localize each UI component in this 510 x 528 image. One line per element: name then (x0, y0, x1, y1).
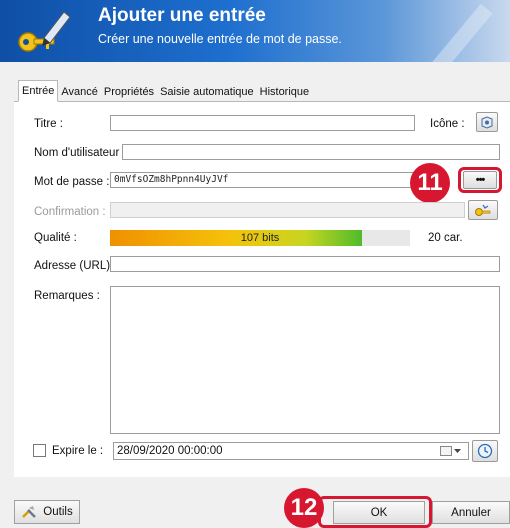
password-generator-icon (475, 204, 491, 216)
icon-label: Icône : (430, 118, 465, 130)
dialog-title: Ajouter une entrée (98, 5, 266, 26)
calendar-icon (440, 446, 452, 456)
char-count: 20 car. (428, 232, 463, 244)
tab-bar: Entrée Avancé Propriétés Saisie automati… (18, 80, 313, 102)
dropdown-icon (454, 449, 461, 453)
password-label: Mot de passe : (34, 176, 110, 188)
date-picker-dropdown[interactable] (440, 444, 466, 458)
password-field[interactable]: 0mVfsOZm8hPpnn4UyJVf (110, 172, 415, 188)
tab-proprietes[interactable]: Propriétés (100, 83, 158, 102)
cancel-button[interactable]: Annuler (432, 501, 510, 524)
callout-11: 11 (410, 163, 450, 203)
expire-checkbox[interactable] (33, 444, 46, 457)
ok-button[interactable]: OK (333, 501, 425, 524)
notes-textarea[interactable] (110, 286, 500, 434)
clock-icon (477, 443, 493, 459)
key-icon (18, 11, 71, 52)
tab-historique[interactable]: Historique (256, 83, 313, 102)
notes-label: Remarques : (34, 290, 100, 302)
tools-icon (22, 506, 37, 518)
quality-label: Qualité : (34, 232, 77, 244)
title-field[interactable] (110, 115, 415, 131)
show-password-button[interactable]: ••• (463, 171, 497, 189)
url-label: Adresse (URL) : (34, 260, 117, 272)
tab-entree[interactable]: Entrée (18, 80, 59, 102)
username-label: Nom d'utilisateur : (34, 147, 126, 159)
expire-label: Expire le : (52, 445, 104, 457)
url-field[interactable] (110, 256, 500, 272)
expiry-presets-button[interactable] (472, 440, 498, 462)
tab-avance[interactable]: Avancé (58, 83, 101, 102)
tools-button[interactable]: Outils (14, 500, 80, 524)
title-label: Titre : (34, 118, 63, 130)
password-generator-button[interactable] (468, 200, 498, 220)
username-field[interactable] (122, 144, 500, 160)
expire-date-field[interactable]: 28/09/2020 00:00:00 (113, 442, 469, 460)
icon-picker-button[interactable] (476, 112, 498, 132)
dialog-subtitle: Créer une nouvelle entrée de mot de pass… (98, 32, 342, 46)
pencil-watermark-icon (432, 3, 493, 62)
confirmation-label: Confirmation : (34, 206, 106, 218)
quality-bar: 107 bits (110, 230, 410, 246)
confirmation-field (110, 202, 465, 218)
entry-icon (481, 115, 493, 129)
tab-saisie-automatique[interactable]: Saisie automatique (157, 83, 257, 102)
tools-label: Outils (43, 506, 73, 518)
